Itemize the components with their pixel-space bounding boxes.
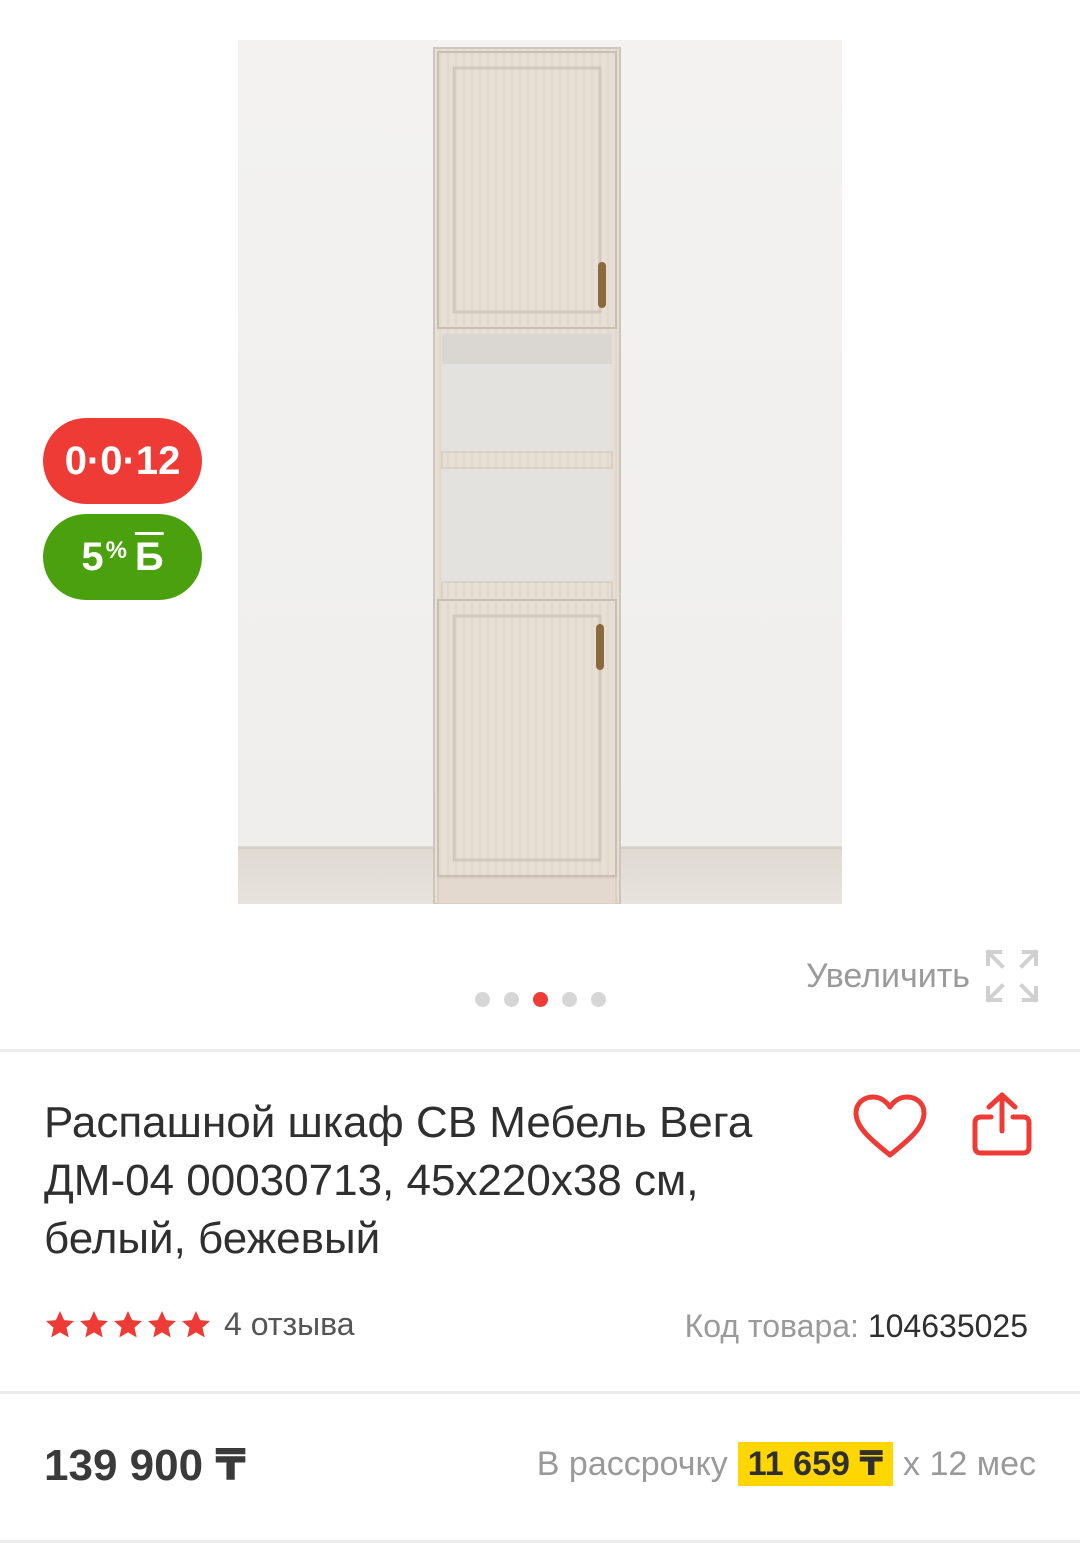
installment-badge-label: 0·0·12: [64, 438, 181, 483]
rating-row[interactable]: 4 отзыва: [44, 1306, 355, 1343]
installment-badge: 0·0·12: [43, 418, 202, 504]
divider: [0, 1540, 1080, 1543]
bonus-badge: 5% Б: [43, 514, 202, 600]
divider: [0, 1049, 1080, 1052]
installment-prefix: В рассрочку: [536, 1444, 728, 1483]
divider: [0, 1391, 1080, 1394]
installment-amount: 11 659 ₸: [737, 1442, 893, 1486]
product-title: Распашной шкаф СВ Мебель Вега ДМ-04 0003…: [44, 1098, 753, 1263]
product-image[interactable]: [238, 40, 842, 904]
product-code-label: Код товара:: [684, 1308, 859, 1344]
bonus-percent-sign: %: [105, 537, 127, 564]
gallery-dot[interactable]: [590, 992, 606, 1007]
wardrobe-illustration: [238, 40, 842, 904]
star-icon: [80, 1310, 108, 1337]
bonus-percent: 5: [81, 534, 104, 579]
bonus-currency: Б: [134, 534, 164, 579]
rating-stars: [44, 1309, 212, 1341]
star-icon: [182, 1310, 210, 1337]
gallery-dot[interactable]: [474, 992, 490, 1007]
product-code-value: 104635025: [867, 1308, 1028, 1344]
star-icon: [114, 1310, 142, 1337]
share-button[interactable]: [962, 1084, 1042, 1164]
installment-suffix: x 12 мес: [903, 1444, 1036, 1483]
favorite-button[interactable]: [850, 1086, 930, 1166]
product-code: Код товара: 104635025: [685, 1306, 1028, 1346]
gallery-pagination: [0, 992, 1080, 1007]
product-price: 139 900 ₸: [44, 1441, 246, 1490]
installment-offer[interactable]: В рассрочку 11 659 ₸ x 12 мес: [537, 1442, 1036, 1486]
reviews-link[interactable]: 4 отзыва: [224, 1306, 355, 1343]
share-icon: [972, 1092, 1032, 1156]
gallery-dot-active[interactable]: [532, 992, 548, 1007]
star-icon: [46, 1310, 74, 1337]
heart-icon: [853, 1094, 927, 1158]
gallery-dot[interactable]: [503, 992, 519, 1007]
zoom-label: Увеличить: [806, 956, 970, 995]
gallery-dot[interactable]: [561, 992, 577, 1007]
star-icon: [148, 1310, 176, 1337]
